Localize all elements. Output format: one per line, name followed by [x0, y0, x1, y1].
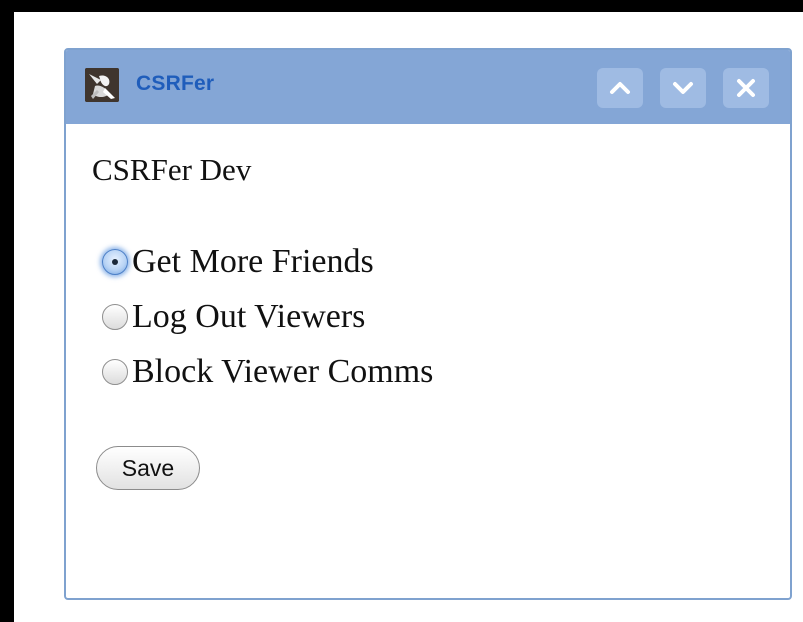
option-block-viewer-comms[interactable]: Block Viewer Comms [102, 344, 433, 399]
spy-logo-icon [85, 68, 119, 102]
radio-button[interactable] [102, 358, 128, 385]
close-icon [737, 79, 755, 97]
gadget-titlebar: CSRFer [66, 50, 790, 124]
gadget-content: CSRFer Dev Get More Friends Log Out View… [66, 124, 790, 598]
option-log-out-viewers[interactable]: Log Out Viewers [102, 289, 433, 344]
app-name-heading: CSRFer Dev [92, 152, 252, 187]
minimize-button[interactable] [597, 68, 643, 108]
chevron-down-icon [673, 82, 693, 94]
option-get-more-friends[interactable]: Get More Friends [102, 234, 433, 289]
radio-button[interactable] [102, 303, 128, 330]
expand-button[interactable] [660, 68, 706, 108]
gadget-title: CSRFer [136, 72, 215, 95]
chevron-up-icon [610, 82, 630, 94]
close-button[interactable] [723, 68, 769, 108]
gadget-window: CSRFer CSRFer Dev Get More Friends Log O… [64, 48, 792, 600]
option-label: Block Viewer Comms [132, 352, 434, 390]
radio-button[interactable] [102, 248, 128, 275]
option-label: Log Out Viewers [132, 297, 366, 335]
option-label: Get More Friends [132, 242, 374, 280]
page-background: CSRFer CSRFer Dev Get More Friends Log O… [14, 12, 803, 622]
save-button[interactable]: Save [96, 446, 200, 490]
options-radio-group: Get More Friends Log Out Viewers Block V… [102, 234, 433, 399]
